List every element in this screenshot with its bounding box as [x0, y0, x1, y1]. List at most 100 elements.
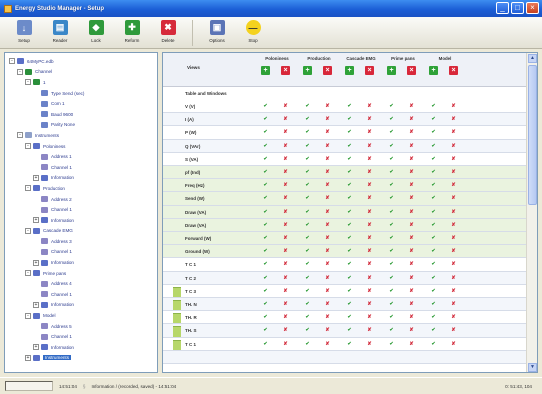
- allowed-check-icon[interactable]: ✔: [261, 301, 270, 307]
- scroll-thumb[interactable]: [528, 65, 537, 205]
- allowed-check-icon[interactable]: ✔: [345, 195, 354, 201]
- allow-all-button[interactable]: +: [345, 66, 354, 75]
- denied-cross-icon[interactable]: ✘: [323, 301, 332, 307]
- collapse-icon[interactable]: -: [9, 58, 15, 65]
- denied-cross-icon[interactable]: ✘: [407, 103, 416, 109]
- allowed-check-icon[interactable]: ✔: [261, 156, 270, 162]
- denied-cross-icon[interactable]: ✘: [365, 275, 374, 281]
- denied-cross-icon[interactable]: ✘: [407, 156, 416, 162]
- denied-cross-icon[interactable]: ✘: [407, 209, 416, 215]
- allowed-check-icon[interactable]: ✔: [429, 341, 438, 347]
- allowed-check-icon[interactable]: ✔: [387, 116, 396, 122]
- allowed-check-icon[interactable]: ✔: [261, 222, 270, 228]
- allowed-check-icon[interactable]: ✔: [387, 275, 396, 281]
- allowed-check-icon[interactable]: ✔: [345, 248, 354, 254]
- allowed-check-icon[interactable]: ✔: [429, 301, 438, 307]
- denied-cross-icon[interactable]: ✘: [365, 314, 374, 320]
- denied-cross-icon[interactable]: ✘: [323, 261, 332, 267]
- denied-cross-icon[interactable]: ✘: [281, 301, 290, 307]
- allowed-check-icon[interactable]: ✔: [429, 169, 438, 175]
- denied-cross-icon[interactable]: ✘: [449, 182, 458, 188]
- allowed-check-icon[interactable]: ✔: [303, 261, 312, 267]
- allowed-check-icon[interactable]: ✔: [261, 195, 270, 201]
- denied-cross-icon[interactable]: ✘: [449, 314, 458, 320]
- tree-item[interactable]: Address 5: [9, 321, 157, 332]
- denied-cross-icon[interactable]: ✘: [449, 301, 458, 307]
- tree-item[interactable]: Channel 1: [9, 204, 157, 215]
- allowed-check-icon[interactable]: ✔: [261, 248, 270, 254]
- allowed-check-icon[interactable]: ✔: [429, 143, 438, 149]
- deny-all-button[interactable]: ×: [365, 66, 374, 75]
- denied-cross-icon[interactable]: ✘: [323, 235, 332, 241]
- tree-item[interactable]: Channel 1: [9, 162, 157, 173]
- expand-icon[interactable]: +: [33, 174, 39, 181]
- allowed-check-icon[interactable]: ✔: [303, 169, 312, 175]
- allowed-check-icon[interactable]: ✔: [345, 143, 354, 149]
- maximize-button[interactable]: □: [511, 2, 524, 14]
- allowed-check-icon[interactable]: ✔: [345, 222, 354, 228]
- denied-cross-icon[interactable]: ✘: [449, 261, 458, 267]
- tree-item[interactable]: Com 1: [9, 98, 157, 109]
- allowed-check-icon[interactable]: ✔: [261, 143, 270, 149]
- allowed-check-icon[interactable]: ✔: [261, 169, 270, 175]
- allowed-check-icon[interactable]: ✔: [261, 261, 270, 267]
- allowed-check-icon[interactable]: ✔: [303, 209, 312, 215]
- allowed-check-icon[interactable]: ✔: [303, 341, 312, 347]
- denied-cross-icon[interactable]: ✘: [281, 169, 290, 175]
- allowed-check-icon[interactable]: ✔: [345, 156, 354, 162]
- allowed-check-icon[interactable]: ✔: [303, 182, 312, 188]
- denied-cross-icon[interactable]: ✘: [323, 129, 332, 135]
- denied-cross-icon[interactable]: ✘: [323, 169, 332, 175]
- denied-cross-icon[interactable]: ✘: [323, 143, 332, 149]
- denied-cross-icon[interactable]: ✘: [281, 195, 290, 201]
- collapse-icon[interactable]: -: [25, 312, 31, 319]
- allowed-check-icon[interactable]: ✔: [429, 182, 438, 188]
- allowed-check-icon[interactable]: ✔: [345, 341, 354, 347]
- allowed-check-icon[interactable]: ✔: [387, 235, 396, 241]
- denied-cross-icon[interactable]: ✘: [281, 143, 290, 149]
- tree-item[interactable]: Type Send (sec): [9, 88, 157, 99]
- allow-all-button[interactable]: +: [429, 66, 438, 75]
- toolbar-reader-button[interactable]: ▤ Reader: [42, 17, 78, 48]
- denied-cross-icon[interactable]: ✘: [407, 261, 416, 267]
- allow-all-button[interactable]: +: [303, 66, 312, 75]
- allowed-check-icon[interactable]: ✔: [303, 235, 312, 241]
- tree-item[interactable]: Parity None: [9, 120, 157, 131]
- denied-cross-icon[interactable]: ✘: [281, 182, 290, 188]
- allowed-check-icon[interactable]: ✔: [261, 209, 270, 215]
- allowed-check-icon[interactable]: ✔: [345, 288, 354, 294]
- allowed-check-icon[interactable]: ✔: [345, 235, 354, 241]
- collapse-icon[interactable]: -: [25, 79, 31, 86]
- tree-item[interactable]: + Information: [9, 300, 157, 311]
- denied-cross-icon[interactable]: ✘: [407, 275, 416, 281]
- allowed-check-icon[interactable]: ✔: [303, 143, 312, 149]
- allowed-check-icon[interactable]: ✔: [261, 314, 270, 320]
- allowed-check-icon[interactable]: ✔: [261, 116, 270, 122]
- denied-cross-icon[interactable]: ✘: [407, 222, 416, 228]
- tree-item[interactable]: + Information: [9, 342, 157, 353]
- allowed-check-icon[interactable]: ✔: [387, 301, 396, 307]
- denied-cross-icon[interactable]: ✘: [323, 341, 332, 347]
- denied-cross-icon[interactable]: ✘: [407, 116, 416, 122]
- allowed-check-icon[interactable]: ✔: [303, 156, 312, 162]
- scroll-down-arrow-icon[interactable]: ▼: [528, 363, 537, 372]
- allowed-check-icon[interactable]: ✔: [429, 129, 438, 135]
- tree-item[interactable]: - Prime pans: [9, 268, 157, 279]
- allowed-check-icon[interactable]: ✔: [261, 182, 270, 188]
- allow-all-button[interactable]: +: [261, 66, 270, 75]
- denied-cross-icon[interactable]: ✘: [281, 341, 290, 347]
- denied-cross-icon[interactable]: ✘: [281, 314, 290, 320]
- allowed-check-icon[interactable]: ✔: [345, 275, 354, 281]
- allowed-check-icon[interactable]: ✔: [387, 103, 396, 109]
- denied-cross-icon[interactable]: ✘: [449, 143, 458, 149]
- tree-item[interactable]: - Channel: [9, 67, 157, 78]
- denied-cross-icon[interactable]: ✘: [281, 222, 290, 228]
- toolbar-delete-button[interactable]: ✖ Delete: [150, 17, 186, 48]
- denied-cross-icon[interactable]: ✘: [323, 248, 332, 254]
- allowed-check-icon[interactable]: ✔: [429, 116, 438, 122]
- denied-cross-icon[interactable]: ✘: [323, 209, 332, 215]
- allowed-check-icon[interactable]: ✔: [387, 248, 396, 254]
- denied-cross-icon[interactable]: ✘: [365, 235, 374, 241]
- allowed-check-icon[interactable]: ✔: [429, 156, 438, 162]
- allowed-check-icon[interactable]: ✔: [261, 275, 270, 281]
